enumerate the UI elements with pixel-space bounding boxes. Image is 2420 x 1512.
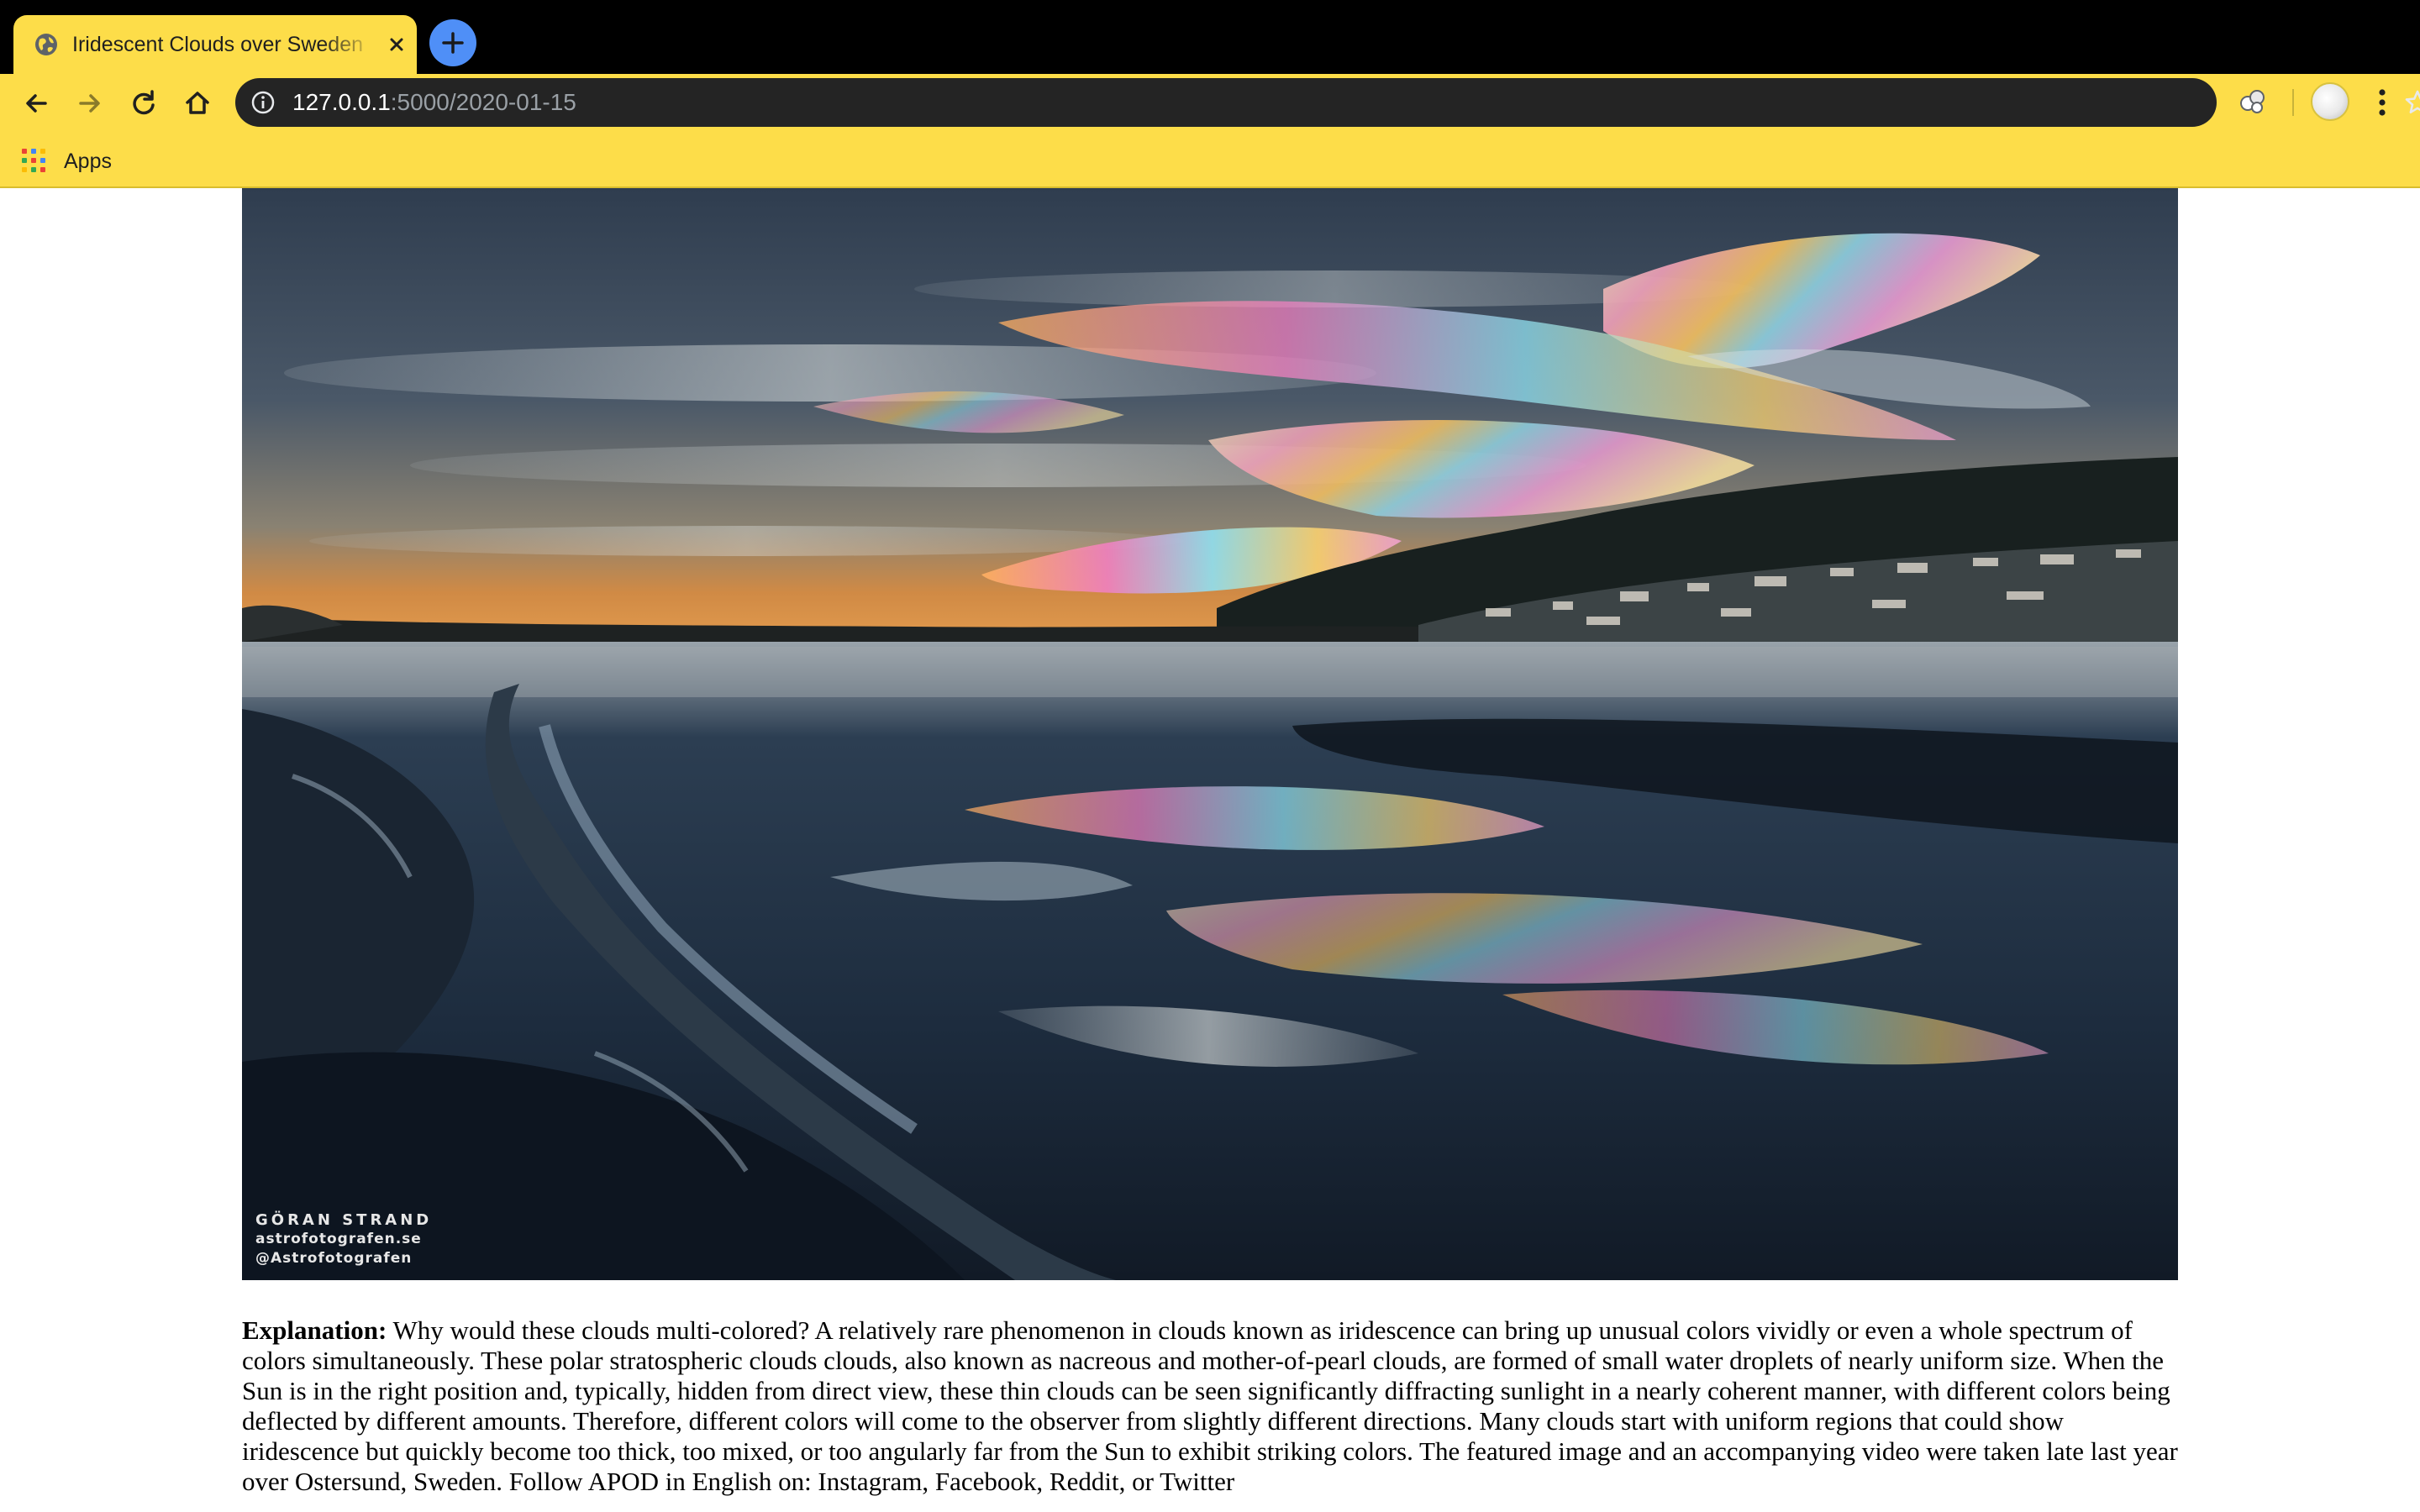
url-text[interactable]: 127.0.0.1:5000/2020-01-15 (292, 87, 576, 118)
explanation-text: Why would these clouds multi-colored? A … (242, 1315, 2178, 1496)
tab-title: Iridescent Clouds over Sweden (72, 33, 364, 56)
globe-icon (35, 34, 57, 55)
apps-bookmark[interactable]: Apps (22, 144, 112, 178)
plus-icon (442, 32, 464, 54)
browser-toolbar: 127.0.0.1:5000/2020-01-15 (0, 74, 2420, 133)
explanation-paragraph: Explanation: Why would these clouds mult… (242, 1315, 2178, 1497)
profile-avatar[interactable] (2311, 82, 2349, 121)
home-button[interactable] (180, 86, 215, 121)
credit-name: GÖRAN STRAND (255, 1211, 433, 1229)
back-button[interactable] (18, 86, 54, 121)
iridescent-clouds-image (242, 188, 2178, 1280)
tab-strip: Iridescent Clouds over Sweden (0, 0, 2420, 74)
new-tab-button[interactable] (429, 19, 476, 66)
address-bar[interactable]: 127.0.0.1:5000/2020-01-15 (235, 78, 2420, 127)
apps-label: Apps (64, 149, 112, 173)
extension-icon[interactable] (2237, 86, 2269, 118)
url-path: :5000/2020-01-15 (390, 89, 576, 115)
reload-button[interactable] (126, 86, 161, 121)
bookmarks-bar: Apps (0, 133, 2420, 188)
credit-website: astrofotografen.se (255, 1231, 422, 1247)
browser-tab-active[interactable]: Iridescent Clouds over Sweden (13, 15, 417, 74)
page-content: GÖRAN STRAND astrofotografen.se @Astrofo… (0, 188, 2420, 1512)
kebab-menu-icon[interactable] (2370, 84, 2395, 121)
info-icon[interactable] (250, 90, 276, 115)
star-icon[interactable] (2403, 88, 2420, 117)
credit-handle: @Astrofotografen (255, 1250, 413, 1267)
close-icon[interactable] (383, 31, 410, 58)
toolbar-separator (2292, 89, 2294, 116)
apps-grid-icon (22, 149, 47, 174)
apod-photo[interactable]: GÖRAN STRAND astrofotografen.se @Astrofo… (242, 188, 2178, 1280)
photo-credit: GÖRAN STRAND astrofotografen.se @Astrofo… (255, 1210, 432, 1268)
url-host: 127.0.0.1 (292, 89, 391, 115)
explanation-label: Explanation: (242, 1315, 387, 1345)
forward-button[interactable] (72, 86, 108, 121)
